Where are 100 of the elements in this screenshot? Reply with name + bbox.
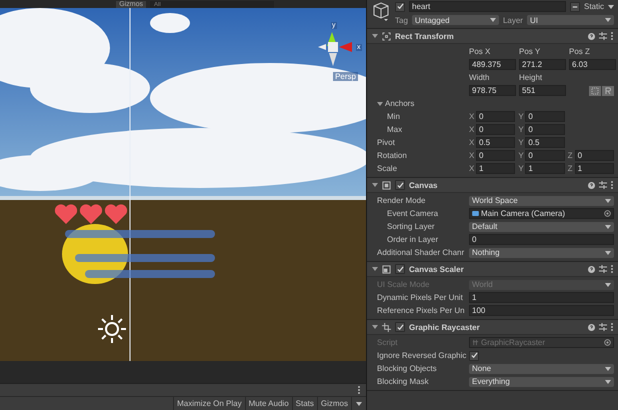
number-field[interactable]: 489.375 — [469, 59, 516, 70]
property-label: Blocking Objects — [377, 364, 438, 373]
dropdown-caret-icon — [605, 282, 611, 286]
number-field[interactable]: 0 — [525, 111, 565, 122]
axis-label: Z — [568, 151, 574, 160]
axis-label: X — [469, 138, 475, 147]
number-field[interactable]: 0 — [476, 150, 516, 161]
property-label: Additional Shader Chanr — [377, 248, 466, 257]
target-picker-icon[interactable] — [604, 210, 611, 217]
name-field[interactable]: heart — [409, 1, 566, 12]
help-icon[interactable] — [588, 266, 595, 272]
dropdown[interactable]: Default — [469, 222, 614, 232]
blueprint-mode-button[interactable] — [589, 86, 601, 96]
number-field[interactable]: 271.2 — [519, 59, 566, 70]
dropdown-caret-icon — [605, 366, 611, 370]
number-field[interactable]: 1 — [574, 163, 614, 174]
property-label: Max — [386, 125, 404, 134]
enabled-checkbox[interactable] — [395, 264, 405, 274]
enabled-checkbox[interactable] — [395, 322, 405, 332]
field-label: Pos Z — [569, 47, 591, 56]
checkbox[interactable] — [469, 350, 479, 360]
property-label: Pivot — [377, 138, 396, 147]
axis-label: Z — [568, 164, 574, 173]
crop-frame-icon — [382, 322, 391, 332]
sun-icon — [98, 315, 126, 343]
layer-dropdown[interactable]: UI — [526, 15, 614, 25]
number-field[interactable]: 978.75 — [469, 85, 516, 96]
check-icon — [396, 324, 404, 330]
dropdown-caret-icon — [605, 250, 611, 254]
dropdown[interactable]: World Space — [469, 196, 614, 206]
dropdown-caret-icon — [605, 380, 611, 384]
enabled-checkbox[interactable] — [395, 180, 405, 190]
foldout-arrow-icon[interactable] — [372, 266, 378, 272]
canvas-scaler-icon — [382, 264, 391, 274]
dropdown-caret-icon — [608, 4, 614, 8]
property-label: Scale — [377, 164, 398, 173]
axis-label: X — [469, 151, 475, 160]
field-label: Height — [519, 73, 544, 82]
settings-sliders-icon[interactable] — [599, 323, 607, 331]
layer-label: Layer — [502, 16, 523, 24]
target-picker-icon[interactable] — [604, 339, 611, 346]
number-field[interactable]: 0.5 — [476, 137, 516, 148]
foldout-arrow-icon[interactable] — [377, 100, 383, 106]
property-label: Script — [377, 338, 398, 347]
toolbar-button[interactable]: Stats — [292, 397, 317, 410]
help-icon[interactable] — [588, 182, 595, 188]
property-label: Dynamic Pixels Per Unit — [377, 293, 464, 302]
tag-label: Tag — [395, 16, 408, 24]
axis-label: Y — [518, 164, 524, 173]
rect-transform-icon — [382, 32, 391, 40]
number-field[interactable]: 0 — [476, 124, 516, 135]
number-field[interactable]: 1 — [469, 292, 614, 303]
cube-icon — [371, 1, 391, 21]
dropdown[interactable]: None — [469, 364, 614, 374]
axis-label: Y — [518, 138, 524, 147]
foldout-arrow-icon[interactable] — [372, 324, 378, 330]
tag-dropdown[interactable]: Untagged — [412, 15, 499, 25]
settings-sliders-icon[interactable] — [599, 265, 607, 273]
foldout-arrow-icon[interactable] — [372, 182, 378, 188]
check-icon — [396, 3, 404, 10]
number-field[interactable]: 0 — [574, 150, 614, 161]
check-icon — [396, 182, 404, 188]
object-field[interactable]: Main Camera (Camera) — [469, 208, 614, 219]
settings-sliders-icon[interactable] — [599, 32, 607, 40]
raw-edit-button[interactable] — [602, 86, 614, 96]
axis-label: X — [469, 164, 475, 173]
toolbar-button[interactable]: Gizmos — [316, 397, 351, 410]
number-field[interactable]: 0 — [525, 124, 565, 135]
axis-gizmo-drawing — [318, 32, 352, 66]
dropdown[interactable]: Everything — [469, 376, 614, 386]
dropdown[interactable]: Nothing — [469, 248, 614, 258]
number-field[interactable]: 100 — [469, 305, 614, 316]
toolbar-button[interactable]: Maximize On Play — [173, 397, 245, 410]
active-checkbox[interactable] — [395, 2, 405, 12]
number-field[interactable]: 6.03 — [569, 59, 616, 70]
axis-label: Y — [518, 125, 524, 134]
number-field[interactable]: 0 — [525, 150, 565, 161]
property-label: Render Mode — [377, 196, 426, 205]
number-field[interactable]: 0 — [476, 111, 516, 122]
canvas-icon — [382, 180, 391, 190]
settings-sliders-icon[interactable] — [599, 181, 607, 189]
foldout-label[interactable]: Anchors — [385, 99, 414, 108]
dropdown-caret-icon — [490, 18, 496, 22]
number-field[interactable]: 551 — [519, 85, 566, 96]
number-field[interactable]: 0.5 — [525, 137, 565, 148]
property-label: Reference Pixels Per Un — [377, 306, 466, 315]
dropdown-caret-icon — [605, 198, 611, 202]
help-icon[interactable] — [588, 32, 595, 40]
number-field[interactable]: 1 — [476, 163, 516, 174]
number-field[interactable]: 1 — [525, 163, 565, 174]
axis-label: X — [469, 112, 475, 121]
property-label: UI Scale Mode — [377, 280, 430, 289]
help-icon[interactable] — [588, 324, 595, 330]
static-checkbox[interactable] — [570, 2, 580, 12]
number-field[interactable]: 0 — [469, 234, 614, 245]
axis-label: Y — [518, 112, 524, 121]
foldout-arrow-icon[interactable] — [372, 33, 378, 39]
property-label: Blocking Mask — [377, 377, 430, 386]
property-label: Order in Layer — [386, 235, 440, 244]
dropdown-caret-icon — [605, 18, 612, 22]
